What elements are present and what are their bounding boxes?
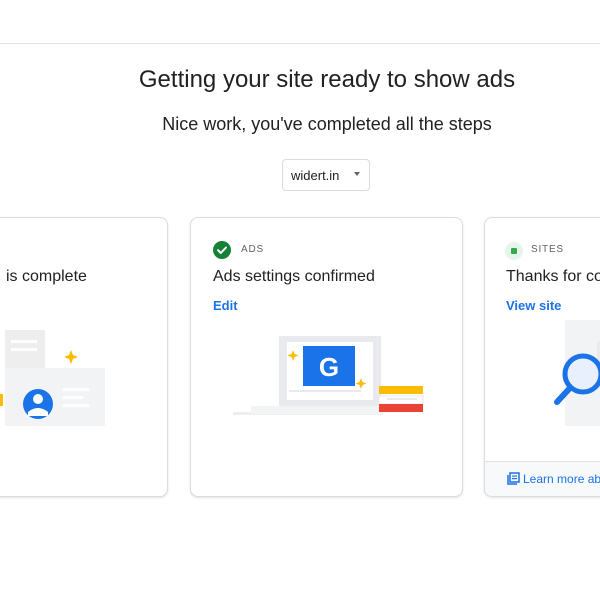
check-circle-icon — [213, 241, 231, 259]
site-selector[interactable]: widert.in — [282, 159, 370, 191]
page-title: Getting your site ready to show ads — [138, 66, 516, 93]
top-divider — [0, 43, 600, 44]
svg-text:G: G — [319, 352, 339, 382]
learn-more-link[interactable]: Learn more ab — [523, 472, 600, 486]
learn-more-icon — [507, 472, 520, 485]
search-illustration-icon — [554, 320, 600, 426]
card-left: S is complete — [0, 217, 168, 497]
account-illustration-icon — [0, 330, 105, 426]
sites-square-icon — [505, 242, 523, 260]
card-ads-tag: ADS — [241, 244, 264, 255]
edit-link[interactable]: Edit — [213, 298, 238, 313]
card-sites: SITES Thanks for co View site Learn more… — [484, 217, 600, 497]
view-site-link[interactable]: View site — [506, 298, 561, 313]
card-left-title: is complete — [6, 268, 87, 285]
ads-illustration-icon: G — [233, 336, 424, 415]
page-subtitle: Nice work, you've completed all the step… — [162, 114, 492, 134]
dropdown-caret-icon — [354, 172, 360, 176]
card-sites-footer: Learn more ab — [485, 461, 600, 496]
card-ads-title: Ads settings confirmed — [213, 268, 375, 285]
card-sites-tag: SITES — [531, 244, 564, 255]
card-ads: ADS Ads settings confirmed Edit G — [190, 217, 463, 497]
card-sites-title: Thanks for co — [506, 268, 600, 285]
page: Getting your site ready to show ads Nice… — [0, 0, 600, 600]
site-selector-value: widert.in — [291, 167, 340, 183]
